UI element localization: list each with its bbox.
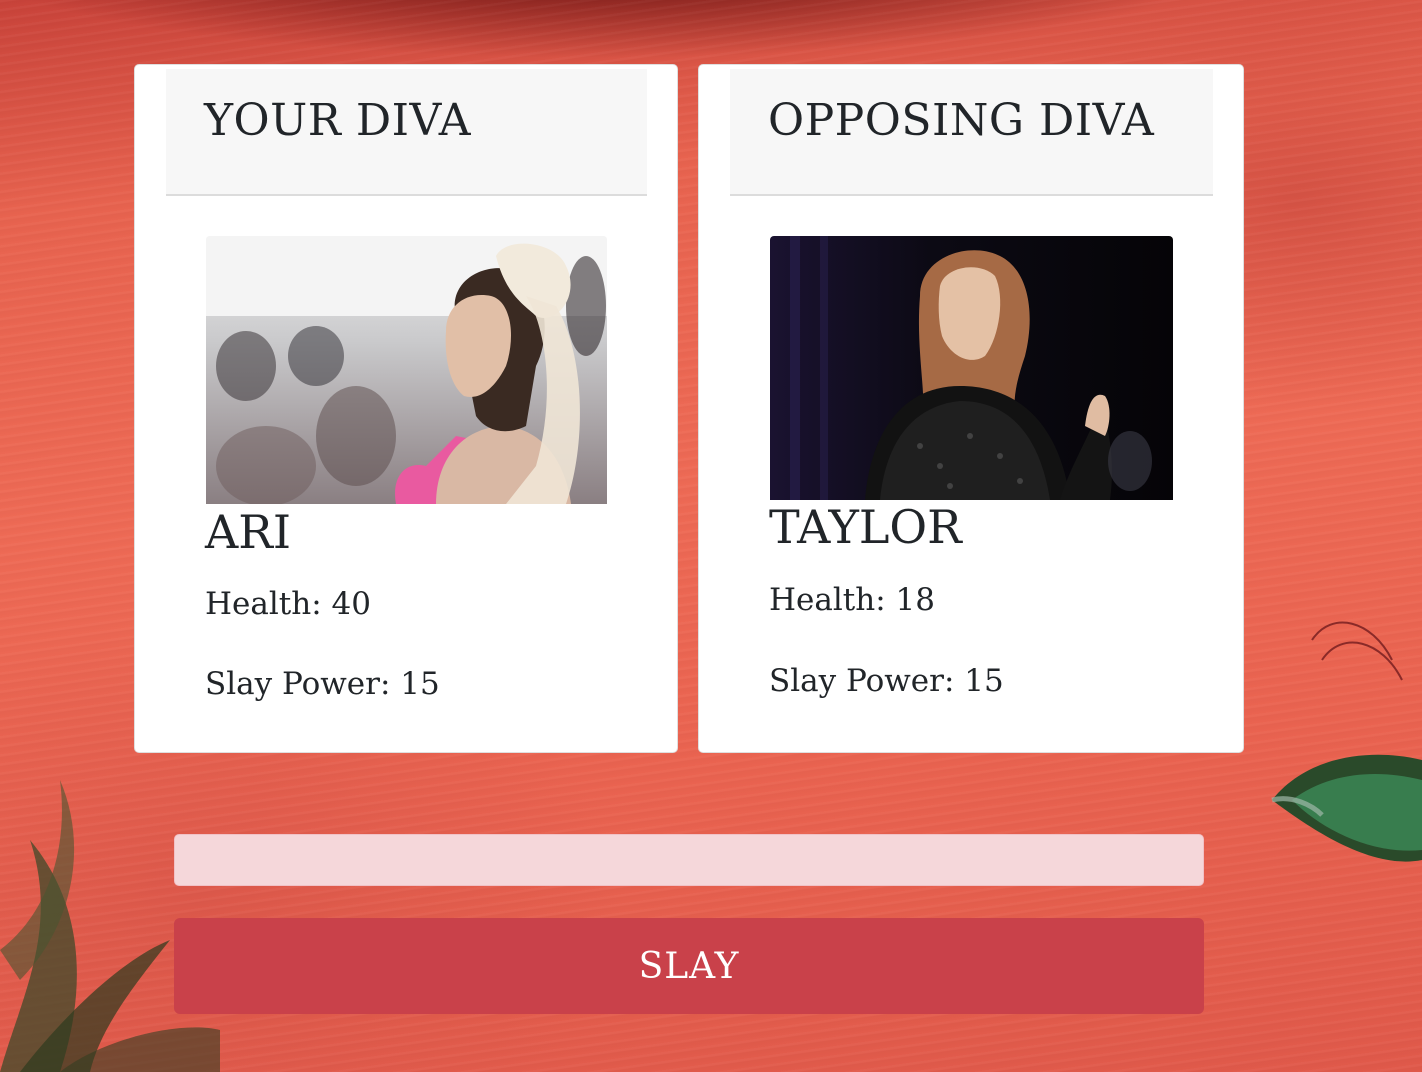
opponent-card: OPPOSING DIVA TAYLOR Health: 18 Slay Pow… bbox=[698, 64, 1244, 753]
player-card-title: YOUR DIVA bbox=[204, 95, 472, 146]
player-name: ARI bbox=[205, 505, 292, 559]
opponent-photo bbox=[770, 236, 1173, 500]
opponent-card-title: OPPOSING DIVA bbox=[768, 95, 1155, 146]
opponent-name: TAYLOR bbox=[769, 500, 962, 554]
opponent-card-header: OPPOSING DIVA bbox=[730, 69, 1213, 196]
plant-decoration bbox=[0, 780, 220, 1072]
slay-button[interactable]: SLAY bbox=[174, 918, 1204, 1014]
sunglasses-decoration bbox=[1271, 621, 1422, 862]
player-card-header: YOUR DIVA bbox=[166, 69, 647, 196]
player-slay-power: Slay Power: 15 bbox=[205, 666, 440, 702]
opponent-health: Health: 18 bbox=[769, 582, 935, 618]
player-photo bbox=[206, 236, 607, 504]
battle-message-bar bbox=[174, 834, 1204, 886]
player-health: Health: 40 bbox=[205, 586, 371, 622]
opponent-slay-power: Slay Power: 15 bbox=[769, 663, 1004, 699]
player-card: YOUR DIVA ARI Health: 40 Slay Power: 15 bbox=[134, 64, 678, 753]
